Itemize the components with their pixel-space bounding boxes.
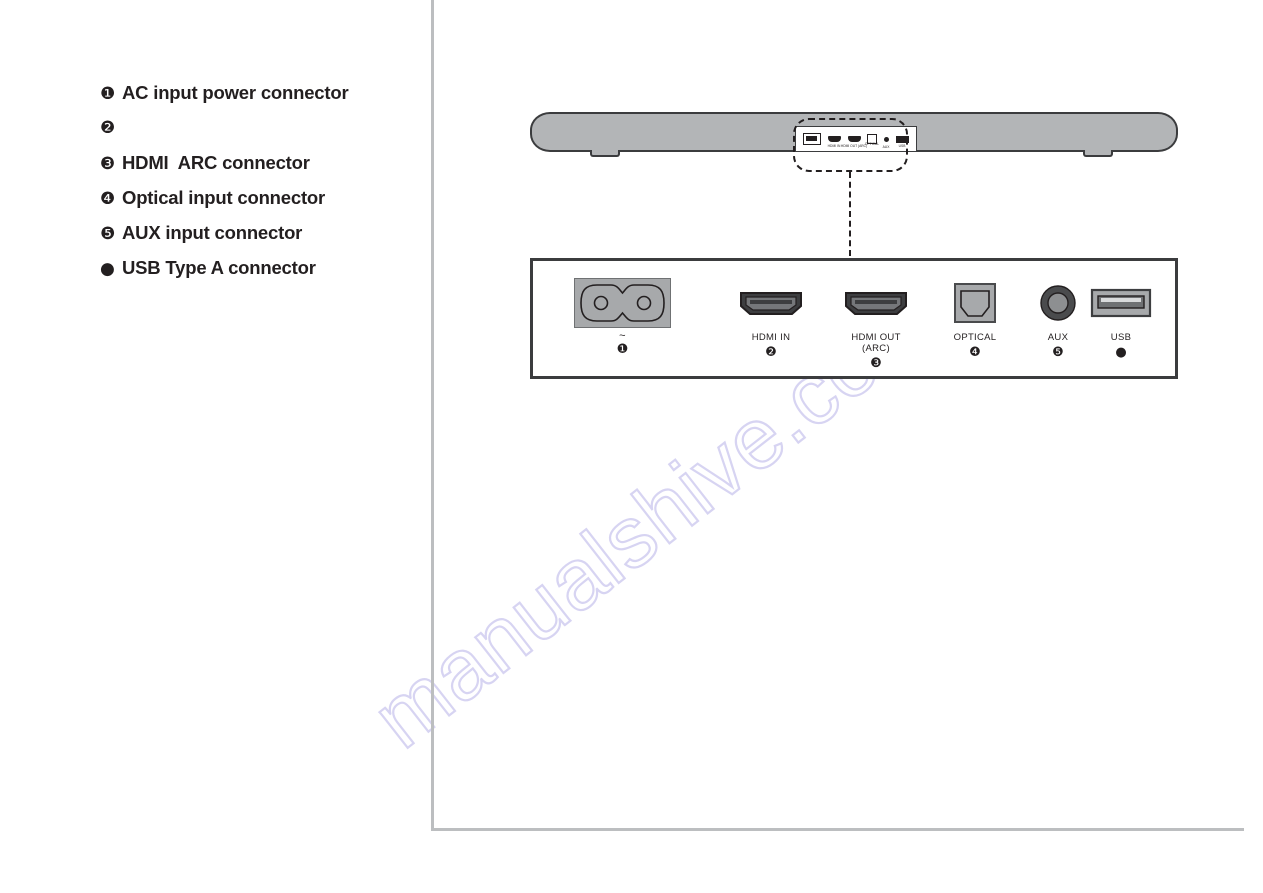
page-divider-vertical: [431, 0, 434, 830]
hdmi-shape: [740, 292, 802, 315]
legend-item-label: HDMI ARC connector: [122, 152, 310, 173]
filled-circle-icon: ●: [100, 259, 115, 279]
ac-inlet-c7-icon: [545, 275, 700, 331]
optical-shape: [954, 283, 996, 323]
list-item: ❹ Optical input connector: [100, 185, 410, 211]
circled-five-icon: ❺: [100, 224, 116, 244]
usb-type-a-icon: [1061, 275, 1181, 331]
legend-item-label: USB Type A connector: [122, 257, 316, 278]
hdmi-shape: [845, 292, 907, 315]
circled-two-icon: ❷: [765, 345, 777, 360]
circled-four-icon: ❹: [100, 189, 116, 209]
port-caption: HDMI IN: [751, 332, 791, 343]
hdmi-port-icon: [711, 275, 831, 331]
soundbar-foot-left: [590, 150, 620, 157]
list-item: ❺ AUX input connector: [100, 220, 410, 246]
ac-inlet-shape: [580, 284, 665, 322]
list-item: ❸ HDMI ARC connector: [100, 150, 410, 176]
callout-dashed-box: [793, 118, 908, 172]
circled-two-icon: ❷: [100, 118, 116, 138]
circled-three-icon: ❸: [100, 154, 116, 174]
port-usb-type-a: USB ●: [1061, 275, 1181, 360]
port-hdmi-in: HDMI IN ❷: [711, 275, 831, 360]
port-ac-input: ~ ❶: [545, 275, 700, 357]
list-item: ● USB Type A connector: [100, 255, 410, 281]
usb-shape: [1090, 288, 1152, 318]
legend-item-label: AUX input connector: [122, 222, 303, 243]
page-divider-horizontal: [431, 828, 1244, 831]
circled-one-icon: ❶: [100, 84, 116, 104]
filled-circle-icon: ●: [1115, 345, 1127, 360]
soundbar-foot-right: [1083, 150, 1113, 157]
connector-panel-detail: ~ ❶ HDMI IN ❷ HDMI OUT (ARC) ❸ OPTICAL ❹…: [530, 258, 1178, 379]
connector-legend-list: ❶ AC input power connector ❷ ❸ HDMI ARC …: [100, 80, 410, 290]
list-item: ❷: [100, 115, 410, 141]
list-item: ❶ AC input power connector: [100, 80, 410, 106]
legend-item-label: AC input power connector: [122, 82, 349, 103]
circled-one-icon: ❶: [616, 342, 629, 357]
port-caption: USB: [1110, 332, 1132, 343]
port-caption: ~: [619, 330, 626, 342]
callout-leader-line: [849, 172, 851, 256]
legend-item-label: Optical input connector: [122, 187, 326, 208]
